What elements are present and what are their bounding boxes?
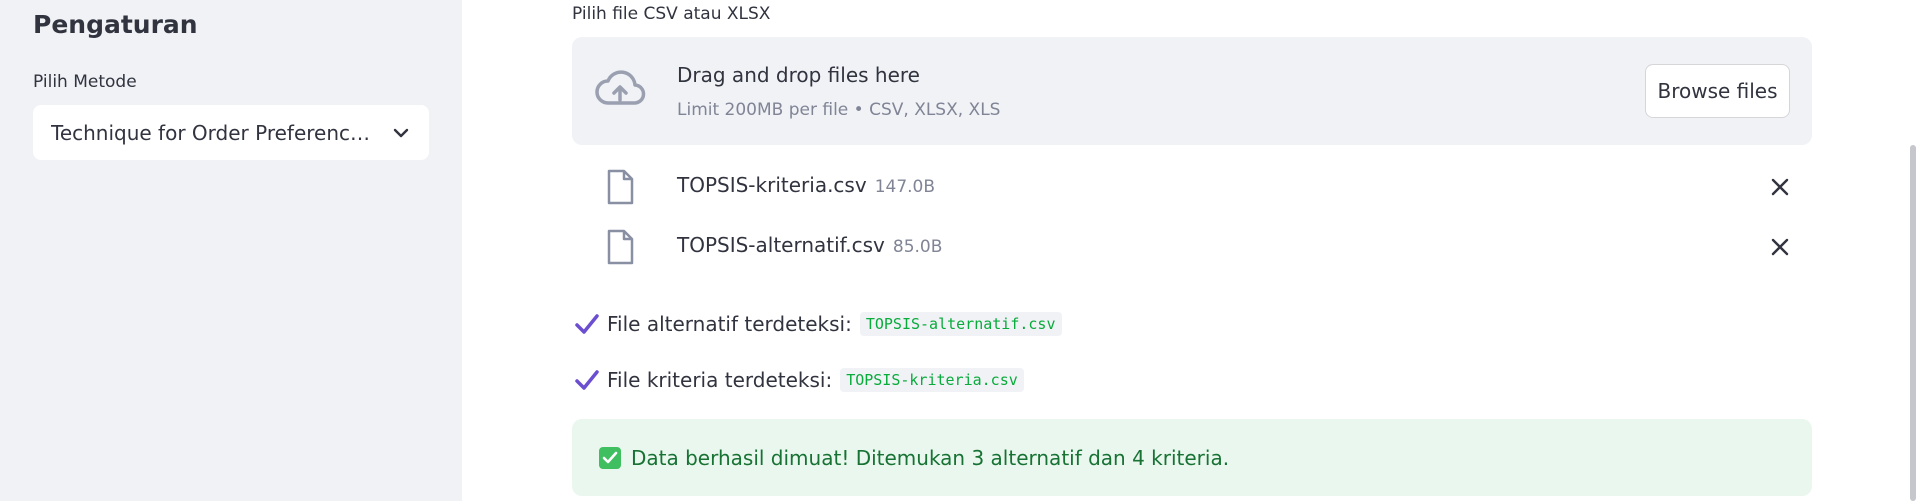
file-icon: [606, 169, 634, 205]
method-select-value: Technique for Order Preference by Simila…: [51, 120, 391, 145]
cloud-upload-icon: [594, 67, 646, 111]
dropzone-limit-text: Limit 200MB per file • CSV, XLSX, XLS: [677, 100, 1001, 120]
sidebar-title: Pengaturan: [33, 10, 198, 39]
chevron-down-icon: [391, 123, 411, 143]
file-name-text: TOPSIS-kriteria.csv: [677, 173, 867, 197]
check-box-icon: [599, 446, 621, 469]
upload-label: Pilih file CSV atau XLSX: [572, 4, 771, 24]
file-dropzone[interactable]: Drag and drop files here Limit 200MB per…: [572, 37, 1812, 145]
success-message: Data berhasil dimuat! Ditemukan 3 altern…: [631, 445, 1230, 470]
method-label: Pilih Metode: [33, 72, 137, 92]
main-content: Pilih file CSV atau XLSX Drag and drop f…: [462, 0, 1919, 501]
check-icon: [575, 368, 599, 392]
page-scrollbar[interactable]: [1907, 0, 1919, 501]
detection-message: File alternatif terdeteksi: TOPSIS-alter…: [572, 308, 1062, 340]
uploaded-file-row: TOPSIS-alternatif.csv 85.0B: [572, 223, 1812, 273]
detected-file-code: TOPSIS-alternatif.csv: [859, 312, 1062, 336]
dropzone-title: Drag and drop files here: [677, 63, 920, 87]
detection-text: File alternatif terdeteksi:: [607, 312, 852, 336]
close-icon[interactable]: [1770, 177, 1790, 197]
check-icon: [575, 312, 599, 336]
file-name: TOPSIS-alternatif.csv 85.0B: [677, 233, 942, 257]
file-name: TOPSIS-kriteria.csv 147.0B: [677, 173, 935, 197]
file-size: 85.0B: [892, 237, 943, 257]
scrollbar-thumb[interactable]: [1910, 145, 1916, 501]
browse-files-button[interactable]: Browse files: [1645, 64, 1790, 118]
success-alert: Data berhasil dimuat! Ditemukan 3 altern…: [572, 419, 1812, 496]
method-select[interactable]: Technique for Order Preference by Simila…: [33, 105, 429, 160]
close-icon[interactable]: [1770, 237, 1790, 257]
file-size: 147.0B: [874, 177, 936, 197]
detection-text: File kriteria terdeteksi:: [607, 368, 833, 392]
uploaded-file-row: TOPSIS-kriteria.csv 147.0B: [572, 163, 1812, 213]
detection-message: File kriteria terdeteksi: TOPSIS-kriteri…: [572, 364, 1024, 396]
sidebar: Pengaturan Pilih Metode Technique for Or…: [0, 0, 462, 501]
file-name-text: TOPSIS-alternatif.csv: [677, 233, 885, 257]
file-icon: [606, 229, 634, 265]
detected-file-code: TOPSIS-kriteria.csv: [840, 368, 1024, 392]
